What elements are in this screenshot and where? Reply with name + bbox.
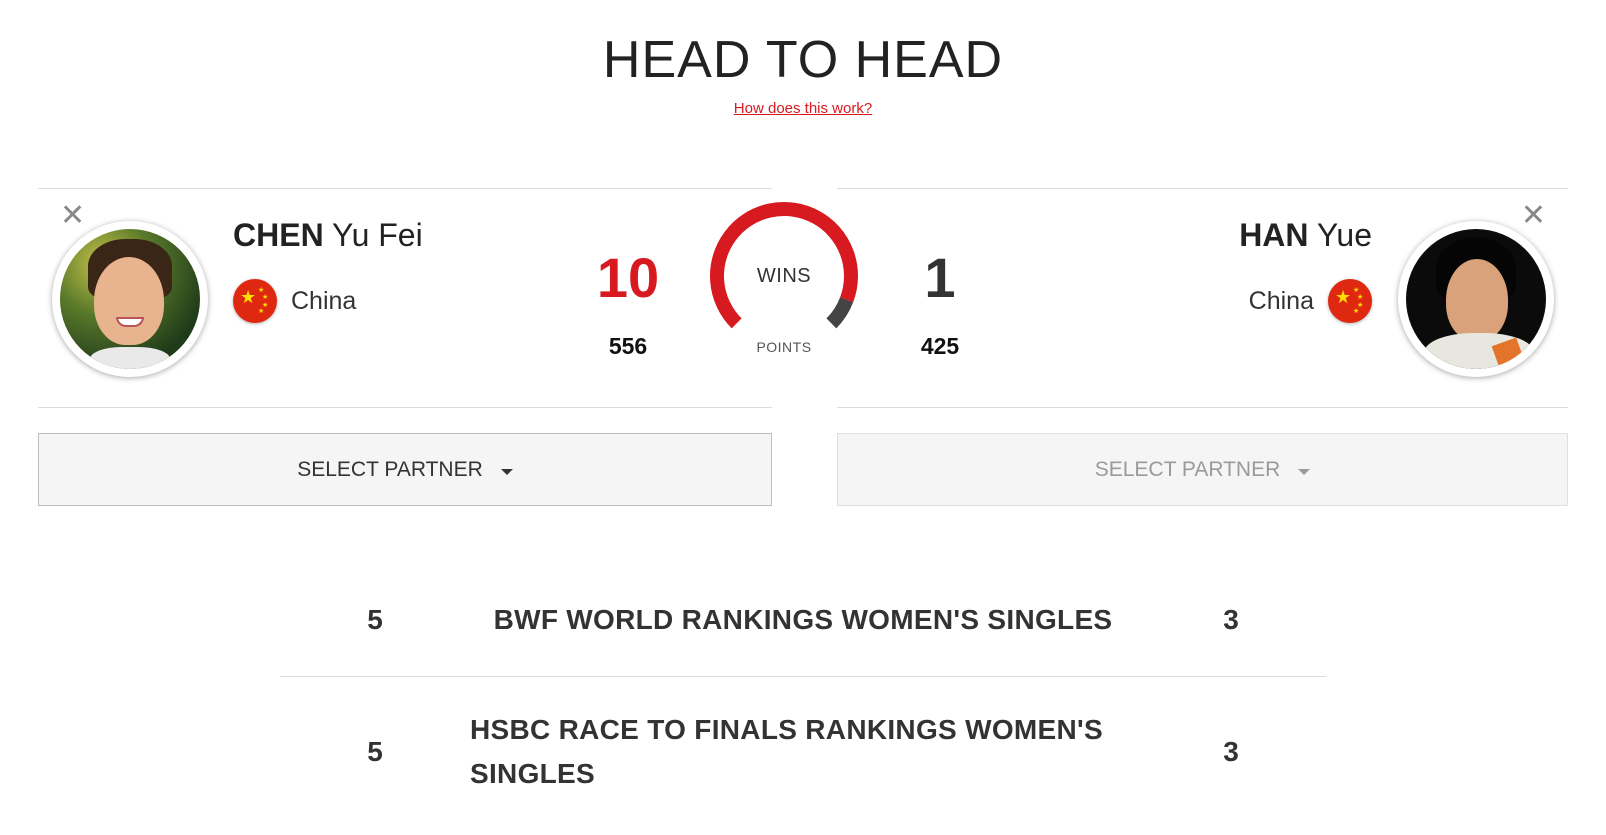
ranking-label: HSBC RACE TO FINALS RANKINGS WOMEN'S SIN… [470, 714, 1103, 789]
ranking-right-value: 3 [1223, 736, 1239, 767]
points-label: POINTS [756, 339, 812, 355]
player-right-country-label: China [1248, 286, 1314, 315]
player-left-points: 556 [608, 333, 648, 359]
player-left-name[interactable]: CHEN Yu Fei [233, 217, 423, 254]
wins-label: WINS [756, 265, 812, 287]
ranking-label: BWF WORLD RANKINGS WOMEN'S SINGLES [493, 604, 1113, 635]
player-right-photo [1406, 229, 1546, 369]
player-right-name[interactable]: HAN Yue [1239, 217, 1372, 254]
player-right-avatar [1398, 221, 1554, 377]
player-left-wins: 10 [596, 246, 660, 309]
player-right-given-name: Yue [1316, 217, 1372, 253]
chevron-down-icon [500, 468, 513, 475]
player-left-given-name: Yu Fei [331, 217, 423, 253]
player-left-surname: CHEN [233, 217, 324, 253]
chevron-down-icon [1298, 468, 1311, 475]
select-partner-left-label: SELECT PARTNER [297, 457, 483, 481]
player-right-country: China ★ ★ ★ ★ ★ [1249, 279, 1372, 323]
remove-player-left-close-icon[interactable]: ✕ [60, 201, 85, 231]
page-title: HEAD TO HEAD [602, 31, 1004, 89]
select-partner-right-dropdown[interactable]: SELECT PARTNER [837, 433, 1568, 506]
select-partner-left-dropdown[interactable]: SELECT PARTNER [38, 433, 772, 506]
remove-player-right-close-icon[interactable]: ✕ [1521, 201, 1546, 231]
player-left-country-label: China [291, 286, 357, 315]
player-right-points: 425 [920, 333, 960, 359]
ranking-row: 5 BWF WORLD RANKINGS WOMEN'S SINGLES 3 [280, 598, 1326, 642]
player-right-wins: 1 [924, 246, 956, 309]
ranking-right-value: 3 [1223, 604, 1239, 635]
ranking-left-value: 5 [367, 604, 383, 635]
china-flag-icon: ★ ★ ★ ★ ★ [1328, 279, 1372, 323]
player-right-surname: HAN [1239, 217, 1309, 253]
how-does-this-work-link[interactable]: How does this work? [0, 100, 1606, 117]
player-left-country: ★ ★ ★ ★ ★ China [233, 279, 356, 323]
ranking-left-value: 5 [367, 736, 383, 767]
player-left-photo [60, 229, 200, 369]
player-left-avatar [52, 221, 208, 377]
ranking-row: 5 HSBC RACE TO FINALS RANKINGS WOMEN'S S… [280, 708, 1326, 796]
gauge-right-arc [826, 296, 854, 329]
china-flag-icon: ★ ★ ★ ★ ★ [233, 279, 277, 323]
select-partner-right-label: SELECT PARTNER [1094, 457, 1281, 481]
ranking-divider [280, 676, 1326, 677]
